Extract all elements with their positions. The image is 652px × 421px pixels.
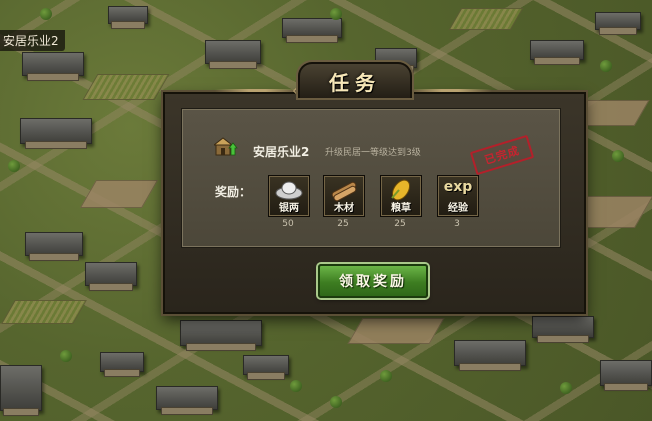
reward-label: 银两	[279, 203, 299, 214]
quest-name: 安居乐业2	[253, 145, 310, 159]
tree	[8, 160, 20, 172]
building[interactable]	[156, 386, 218, 415]
tree	[290, 380, 302, 392]
building[interactable]	[532, 316, 594, 343]
empty-plot[interactable]	[79, 180, 159, 208]
reward-amount: 25	[337, 219, 349, 229]
reward-label: 木材	[334, 203, 354, 214]
reward-label: 粮草	[391, 203, 411, 214]
reward-wood[interactable]: 木材	[323, 175, 365, 217]
building[interactable]	[25, 232, 83, 261]
tree	[330, 8, 342, 20]
building[interactable]	[595, 12, 641, 35]
tree	[560, 382, 572, 394]
building[interactable]	[282, 18, 342, 43]
dialog-title: 任务	[329, 70, 381, 95]
farm-field	[1, 300, 87, 324]
empty-plot[interactable]	[347, 318, 445, 344]
title-ornament-right	[408, 89, 492, 92]
farm-field	[448, 8, 524, 30]
quest-panel	[181, 108, 561, 248]
tree	[330, 396, 342, 408]
building[interactable]	[243, 355, 289, 380]
quest-description: 升级民居一等级达到3级	[325, 148, 421, 158]
claim-reward-button[interactable]: 领取奖励	[318, 264, 428, 298]
rewards-label: 奖励：	[215, 185, 252, 199]
building[interactable]	[100, 352, 144, 377]
building[interactable]	[180, 320, 262, 351]
building[interactable]	[600, 360, 652, 391]
exp-icon: exp	[443, 179, 473, 195]
building[interactable]	[205, 40, 261, 69]
city-name-label[interactable]: 安居乐业2	[0, 30, 65, 51]
tree	[600, 60, 612, 72]
farm-field	[82, 74, 170, 100]
reward-silver[interactable]: 银两	[268, 175, 310, 217]
title-ornament-left	[215, 89, 299, 92]
tree	[612, 150, 624, 162]
reward-grain[interactable]: 粮草	[380, 175, 422, 217]
reward-amount: 3	[454, 219, 460, 229]
reward-amount: 25	[394, 219, 406, 229]
tree	[60, 350, 72, 362]
building[interactable]	[530, 40, 584, 65]
building[interactable]	[108, 6, 148, 29]
reward-exp[interactable]: exp 经验	[437, 175, 479, 217]
building[interactable]	[20, 118, 92, 149]
house-upgrade-icon	[212, 135, 238, 159]
reward-amount: 50	[282, 219, 294, 229]
building[interactable]	[85, 262, 137, 291]
tree	[40, 8, 52, 20]
tree	[380, 370, 392, 382]
building[interactable]	[22, 52, 84, 81]
dialog-title-plate: 任务	[298, 62, 412, 98]
building[interactable]	[0, 365, 42, 416]
building[interactable]	[454, 340, 526, 371]
reward-label: 经验	[448, 203, 468, 214]
